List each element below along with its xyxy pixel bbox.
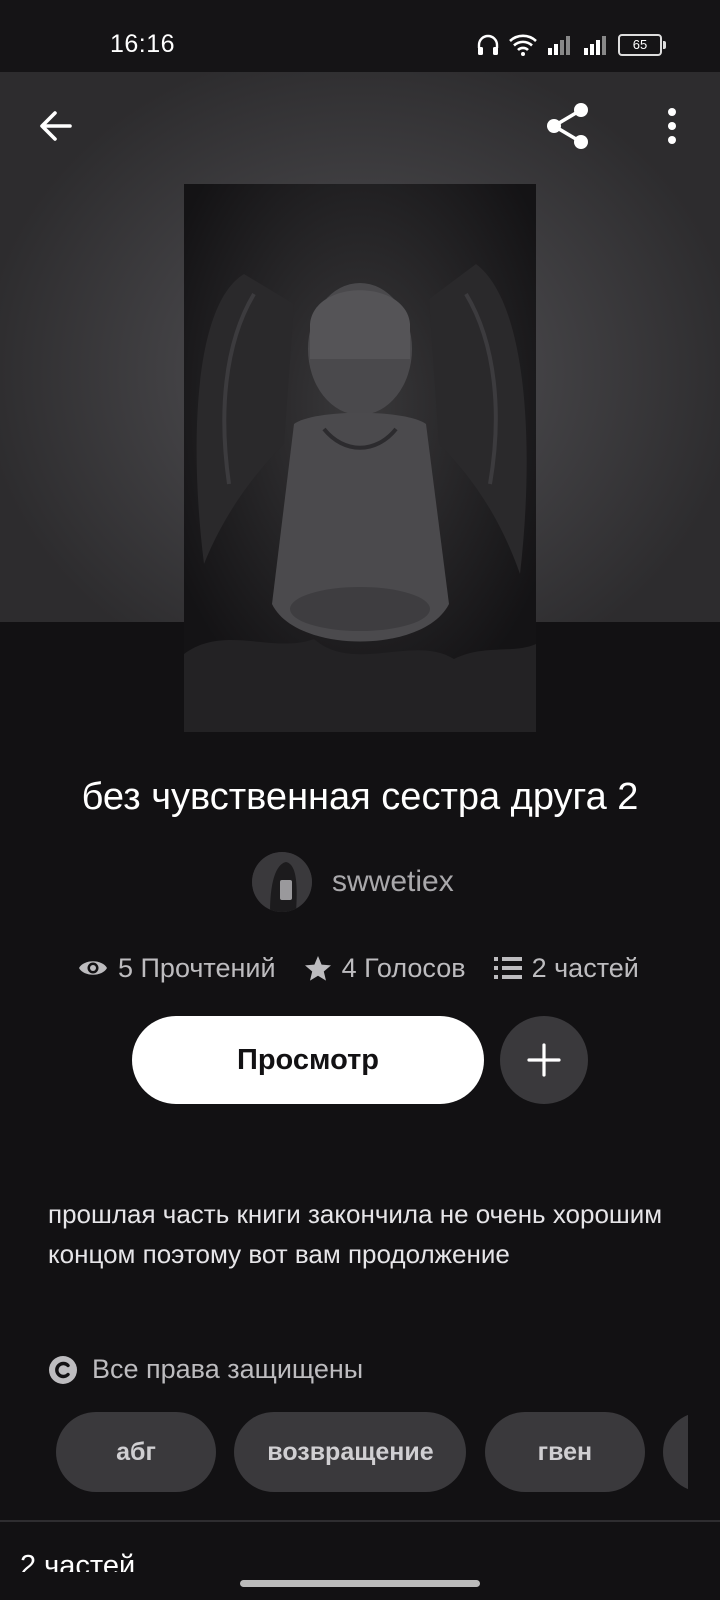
back-button[interactable] xyxy=(26,96,86,156)
plus-icon xyxy=(527,1043,561,1077)
tag-list: абг возвращение гвен xyxy=(56,1412,688,1494)
avatar-image xyxy=(252,852,312,912)
story-description: прошлая часть книги закончила не очень х… xyxy=(48,1199,663,1269)
eye-icon xyxy=(79,961,107,975)
more-options-button[interactable] xyxy=(642,96,702,156)
signal-icon-2 xyxy=(584,36,606,55)
reads-stat: 5 Прочтений xyxy=(78,953,276,984)
share-button[interactable] xyxy=(538,96,598,156)
wifi-icon xyxy=(509,34,537,56)
story-cover-image[interactable] xyxy=(184,184,536,732)
add-to-library-button[interactable] xyxy=(500,1016,588,1104)
author-avatar xyxy=(252,852,312,912)
votes-stat: 4 Голосов xyxy=(304,953,466,984)
tag-chip[interactable]: возвращение xyxy=(234,1412,467,1492)
reads-count: 5 Прочтений xyxy=(118,952,276,983)
parts-stat: 2 частей xyxy=(493,952,639,984)
home-indicator[interactable] xyxy=(240,1580,480,1587)
status-icons: 65 xyxy=(476,32,666,58)
share-icon xyxy=(547,103,588,149)
votes-count: 4 Голосов xyxy=(341,952,466,983)
rights-label: Все права защищены xyxy=(92,1354,364,1384)
read-button[interactable]: Просмотр xyxy=(132,1016,484,1104)
story-stats: 5 Прочтений 4 Голосов 2 частей xyxy=(78,948,667,988)
author-link[interactable]: swwetiex xyxy=(252,851,454,913)
signal-icon xyxy=(548,36,570,55)
author-name: swwetiex xyxy=(332,865,454,898)
more-vertical-icon xyxy=(668,108,676,144)
section-divider xyxy=(0,1520,720,1522)
tag-chip-partial[interactable] xyxy=(663,1412,688,1492)
parts-heading-text: 2 частей xyxy=(20,1550,136,1572)
status-time: 16:16 xyxy=(110,30,176,58)
story-title: без чувственная сестра друга 2 xyxy=(81,776,639,818)
copyright-notice: Все права защищены xyxy=(48,1354,363,1385)
parts-count: 2 частей xyxy=(531,952,639,983)
parts-section-heading: 2 частей xyxy=(20,1550,135,1572)
tag-chip[interactable]: абг xyxy=(56,1412,216,1492)
star-icon xyxy=(304,955,331,981)
copyright-icon xyxy=(49,1355,77,1384)
angel-statue-image xyxy=(184,184,536,732)
headphones-icon xyxy=(477,34,499,55)
list-icon xyxy=(493,957,522,979)
status-bar: 16:16 65 xyxy=(0,0,720,72)
arrow-left-icon xyxy=(40,111,72,141)
battery-icon: 65 xyxy=(618,34,666,56)
tag-chip[interactable]: гвен xyxy=(484,1412,645,1492)
